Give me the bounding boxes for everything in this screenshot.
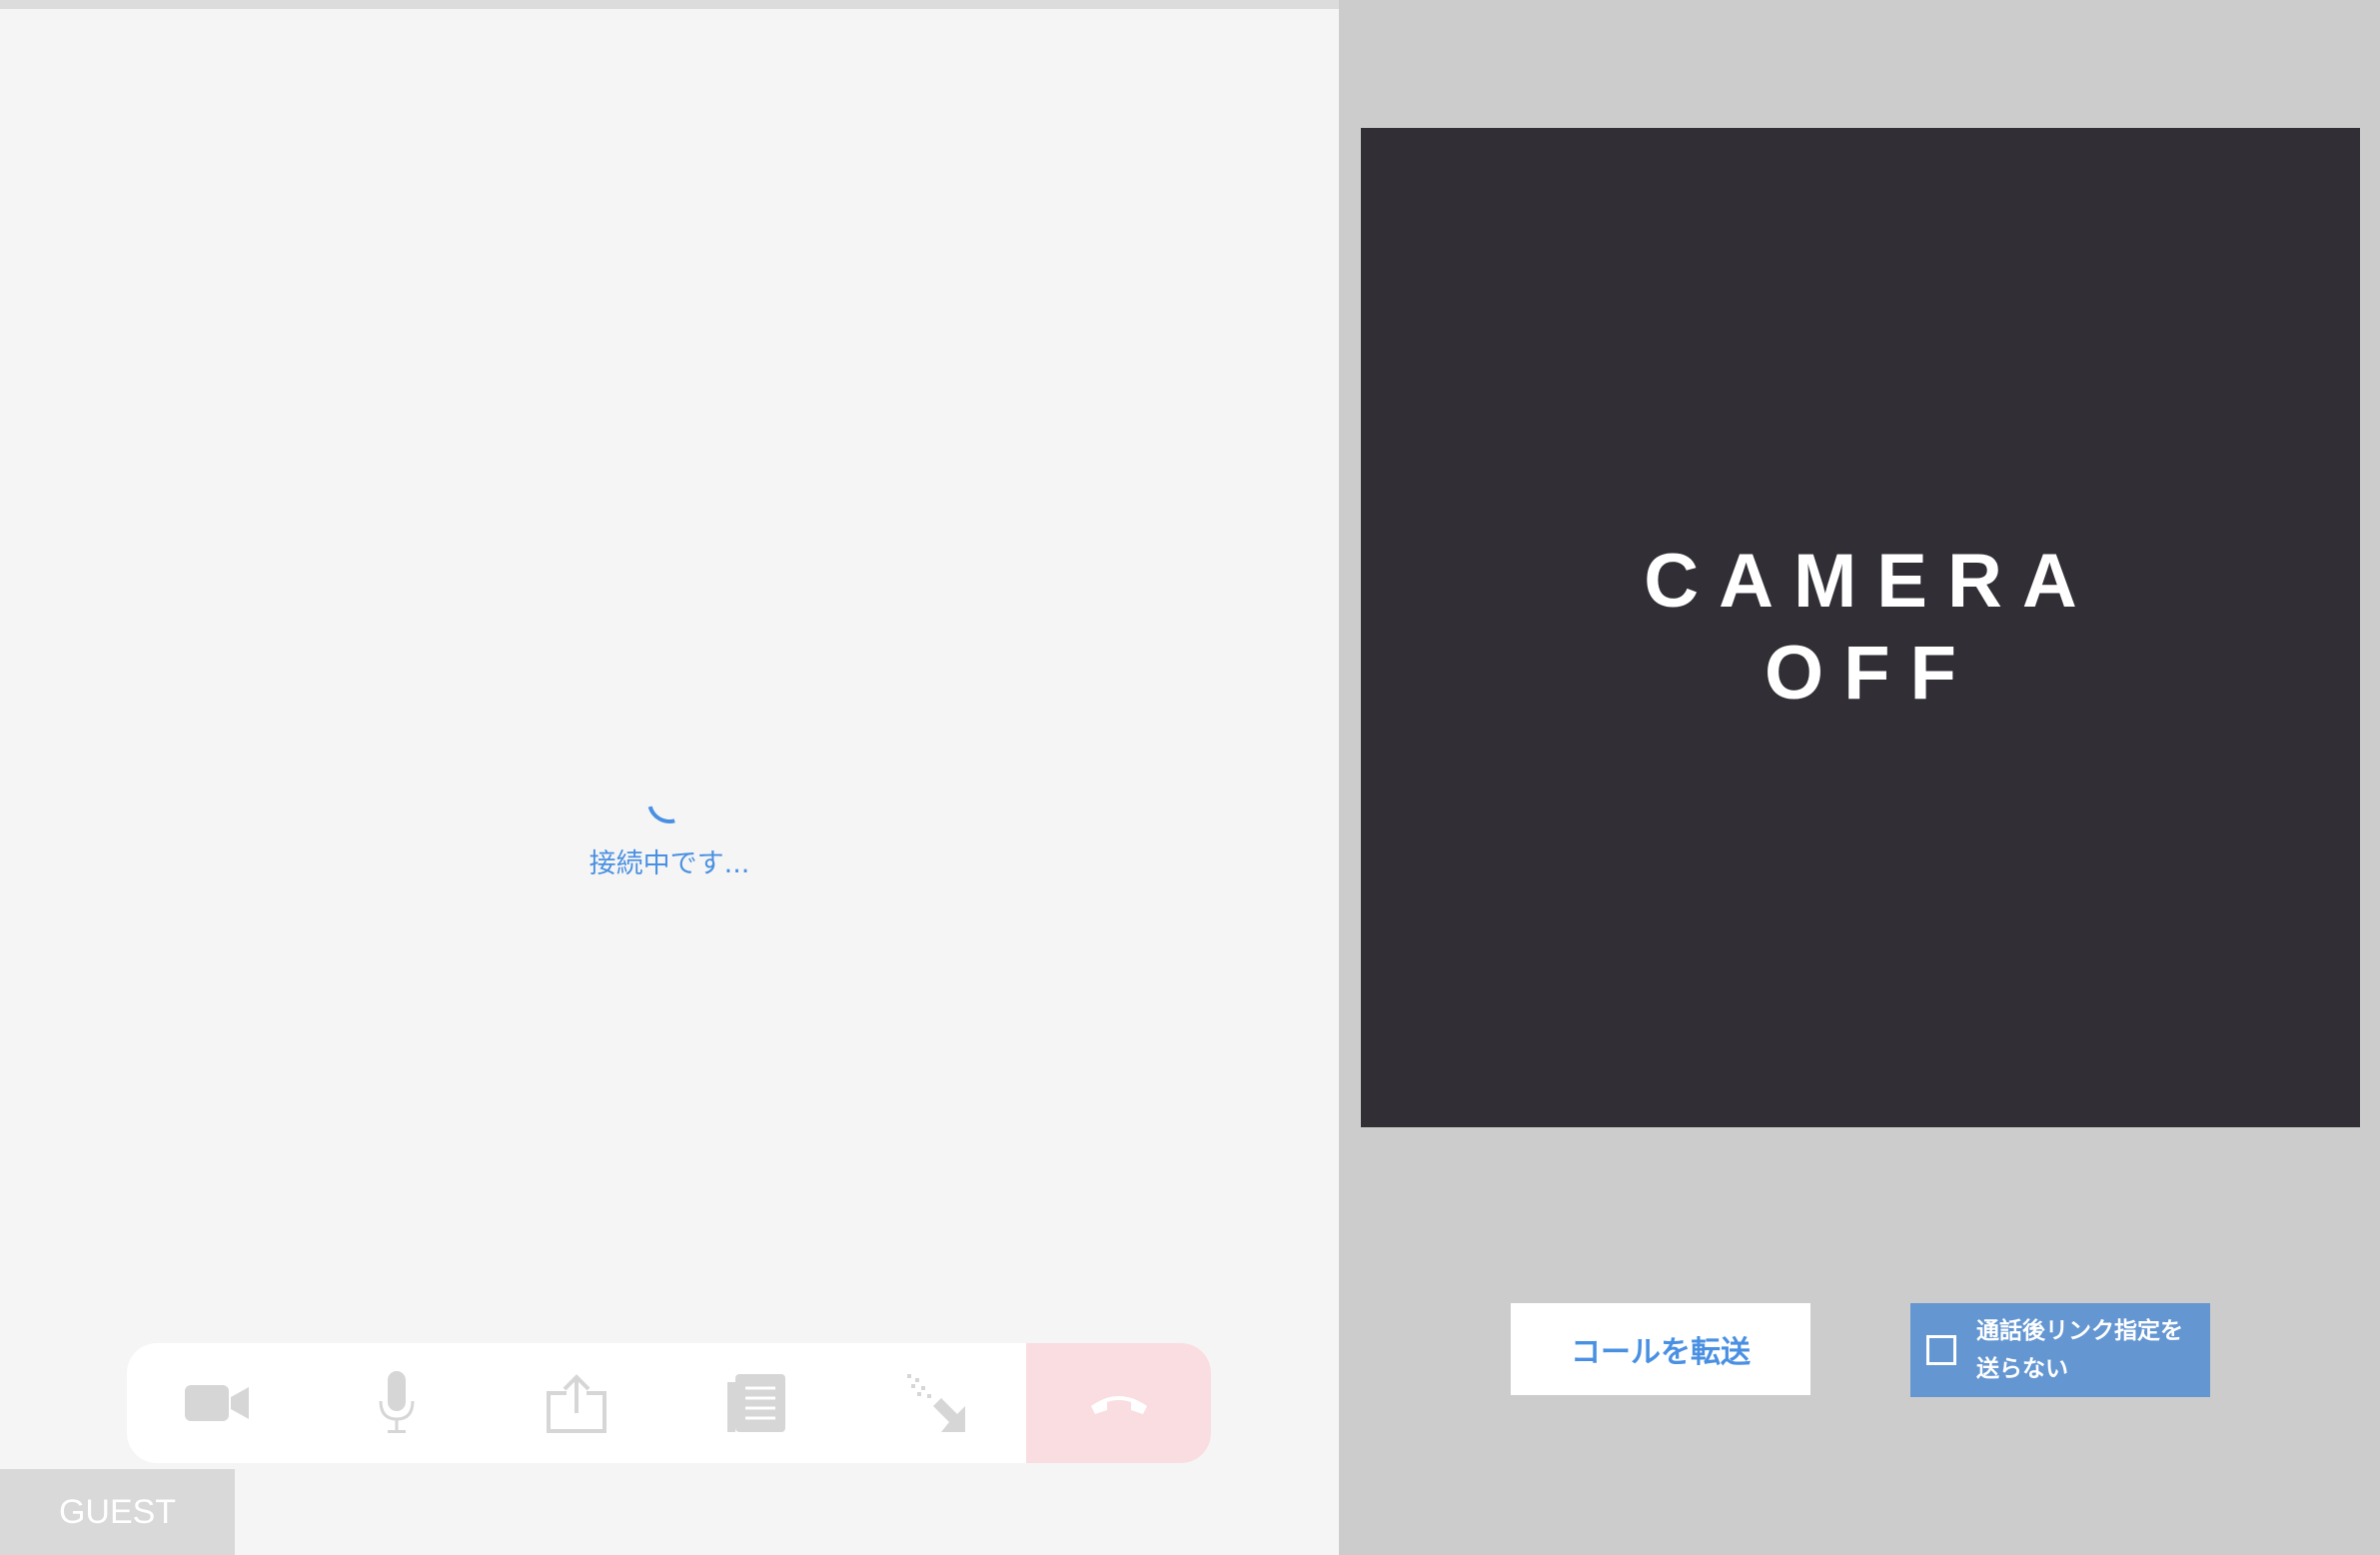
microphone-icon bbox=[377, 1371, 417, 1435]
call-main-area: 接続中です... GUEST bbox=[0, 0, 1339, 1555]
self-video-preview: CAMERA OFF bbox=[1361, 128, 2360, 1127]
share-screen-button[interactable] bbox=[487, 1343, 666, 1463]
top-progress-track bbox=[0, 0, 1339, 9]
pointer-icon bbox=[905, 1372, 967, 1434]
share-icon bbox=[545, 1373, 608, 1433]
side-panel: CAMERA OFF コールを転送 通話後リンク指定を 送らない bbox=[1339, 0, 2380, 1555]
no-post-call-link-option[interactable]: 通話後リンク指定を 送らない bbox=[1910, 1303, 2210, 1397]
connecting-text: 接続中です... bbox=[589, 848, 750, 879]
camera-toggle-button[interactable] bbox=[127, 1343, 307, 1463]
transfer-call-button[interactable]: コールを転送 bbox=[1511, 1303, 1810, 1395]
no-post-call-link-label-line2: 送らない bbox=[1976, 1356, 2068, 1382]
guest-label: GUEST bbox=[0, 1469, 235, 1555]
no-post-call-link-label-line1: 通話後リンク指定を bbox=[1976, 1318, 2183, 1344]
hangup-button[interactable] bbox=[1026, 1343, 1211, 1463]
document-icon bbox=[725, 1372, 787, 1434]
hangup-icon bbox=[1087, 1388, 1151, 1418]
document-button[interactable] bbox=[666, 1343, 846, 1463]
loading-spinner-icon bbox=[638, 771, 700, 832]
camera-icon bbox=[185, 1381, 249, 1425]
camera-off-line2: OFF bbox=[1765, 631, 1976, 716]
no-post-call-link-checkbox[interactable] bbox=[1926, 1335, 1956, 1365]
no-post-call-link-label: 通話後リンク指定を 送らない bbox=[1976, 1312, 2183, 1388]
pointer-button[interactable] bbox=[846, 1343, 1026, 1463]
connecting-indicator: 接続中です... bbox=[560, 771, 779, 889]
microphone-toggle-button[interactable] bbox=[307, 1343, 487, 1463]
camera-off-line1: CAMERA bbox=[1644, 539, 2097, 624]
call-toolbar bbox=[127, 1343, 1211, 1463]
